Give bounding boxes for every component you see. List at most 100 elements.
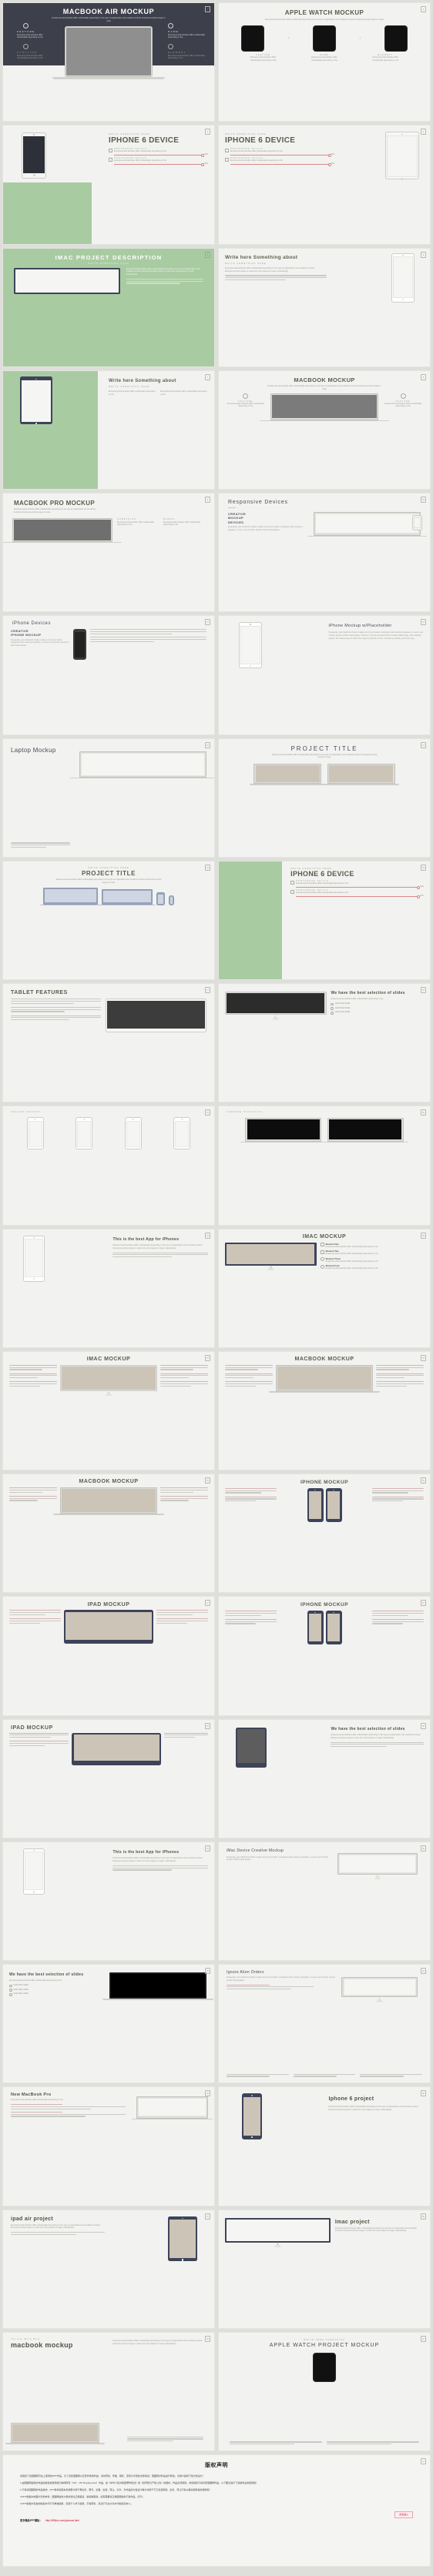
right-text — [90, 629, 206, 643]
page-title: PROJECT TITLE — [290, 744, 358, 752]
name-text: Entrepreneurial activities differ substa… — [168, 33, 206, 39]
enter-button[interactable]: 点击进入 — [394, 2511, 413, 2518]
body-text: Frequently, your initial font choice is … — [328, 631, 424, 640]
slide-number: 22 — [421, 1232, 426, 1239]
function-label: FUNCTION — [17, 50, 38, 54]
slide-37-ipad-air-project[interactable]: 37 ipad air project Entrepreneurial acti… — [2, 2209, 215, 2329]
slide-number: 10 — [421, 497, 426, 503]
feature-left: FEATURE Entrepreneurial activities diffe… — [223, 393, 268, 408]
creative-heading: CREATIVE MOCKUP DEVICES — [228, 512, 247, 524]
macbook-device — [132, 2096, 213, 2120]
imac-device — [337, 1852, 418, 1880]
slide-15-project-title-devices[interactable]: 15 WRITE SOMETHING HERE PROJECT TITLE En… — [2, 860, 215, 980]
skill-row: PHOTOSHOP SKILLS Entrepreneurial activit… — [225, 148, 334, 156]
iphone-device — [22, 132, 46, 179]
slide-41-copyright-notice[interactable]: 41 版权声明 感谢您下载国图网可在上使用的PPT作品，为了您和国图网以及原作者… — [2, 2454, 431, 2567]
name-label: NAME — [168, 29, 180, 33]
copyright-intro: 感谢您下载国图网可在上使用的PPT作品，为了您和国图网以及原作者的利益，请勿转载… — [20, 2474, 205, 2477]
slide-20-compare-statistics[interactable]: 20 Compare Statistics — [218, 1106, 431, 1226]
slide-25-macbook-mockup-b[interactable]: 25 MACBOOK MOCKUP — [2, 1474, 215, 1594]
macbook-device — [269, 1364, 380, 1393]
circle-icon — [320, 1257, 324, 1262]
slide-28-iphone-mockup-b[interactable]: 27 IPHONE MOCKUP — [218, 1596, 431, 1716]
slide-number: 6 — [421, 251, 426, 258]
slide-24-macbook-mockup-wide[interactable]: 24 MACBOOK MOCKUP — [218, 1350, 431, 1470]
slide-number: 23 — [205, 1354, 210, 1361]
feature-left: FEATURE Entrepreneurial activities diffe… — [17, 23, 54, 39]
feature-text: Entrepreneurial activities differ substa… — [17, 33, 43, 39]
macbook-device — [5, 2423, 105, 2444]
slide-9-macbook-pro-mockup[interactable]: 9 MACBOOK PRO MOCKUP Entrepreneurial act… — [2, 493, 215, 613]
page-title: Ignore Alien Orders — [227, 1970, 264, 1975]
feature-text: Entrepreneurial activities differ substa… — [384, 402, 422, 408]
slide-5-imac-project-description[interactable]: 5 IMAC PROJECT DESCRIPTION WRITE SOMETHI… — [2, 247, 215, 367]
slide-number: 15 — [205, 864, 210, 871]
page-title: IPAD MOCKUP — [11, 1725, 53, 1731]
col-text: Entrepreneurial activities differ substa… — [163, 520, 201, 527]
body-text: Entrepreneurial activities differ substa… — [9, 1979, 62, 1982]
slide-number: 26 — [421, 1477, 426, 1484]
slide-number: 24 — [421, 1354, 426, 1361]
arrow-icon: › — [287, 36, 290, 42]
slide-3-iphone6-device[interactable]: 3 WRITE SOMETHING HERE IPHONE 6 DEVICE P… — [2, 125, 215, 245]
left-list — [9, 1487, 57, 1502]
body-text: Entrepreneurial activities differ substa… — [126, 267, 200, 276]
slide-23-imac-mockup-wide[interactable]: 23 IMAC MOCKUP — [2, 1350, 215, 1470]
laptop-device — [70, 751, 214, 779]
side-text: SOMETHING Entrepreneurial activities dif… — [117, 518, 159, 527]
slide-7-write-here-something-ipad[interactable]: 7 Write here Something about WRITE SOMET… — [2, 370, 215, 490]
slide-21-best-app[interactable]: 21 This is the best App for iPhones Entr… — [2, 1228, 215, 1348]
slide-4-iphone6-device[interactable]: 4 WRITE SOMETHING HERE IPHONE 6 DEVICE P… — [218, 125, 431, 245]
slide-34-ignore-alien-orders[interactable]: 34 Ignore Alien Orders Frequently, your … — [218, 1964, 431, 2084]
list-item: FEATURE NAME — [331, 1011, 424, 1015]
slide-22-imac-mockup[interactable]: 22 IMAC MOCKUP Element One Entrepreneuria… — [218, 1228, 431, 1348]
watch-text: Entrepreneurial activities differ substa… — [250, 56, 277, 62]
body-text: Entrepreneurial activities differ substa… — [328, 2106, 419, 2111]
list-label: FEATURE NAME — [13, 1984, 29, 1987]
slide-6-write-here-something[interactable]: 6 Write here Something about WRITE SOMET… — [218, 247, 431, 367]
slide-17-tablet-features[interactable]: 17 TABLET FEATURES — [2, 983, 215, 1103]
macbook-device-2 — [99, 889, 156, 906]
body-text: Frequently, your initial font choice is … — [227, 1855, 329, 1862]
slide-33-best-selection-dark[interactable]: 33 We have the best selection of slides … — [2, 1964, 215, 2084]
list-item: Element Three Entrepreneurial activities … — [320, 1257, 424, 1263]
page-title: ipad air project — [11, 2216, 53, 2222]
slide-14-project-title[interactable]: 14 PROJECT TITLE Entrepreneurial activit… — [218, 738, 431, 858]
kicker: WRITE SOMETHING HERE — [88, 866, 129, 869]
slide-number: 39 — [205, 2335, 210, 2342]
slide-8-macbook-mockup[interactable]: 8 MACBOOK MOCKUP Entrepreneurial activit… — [218, 370, 431, 490]
slide-number: 12 — [421, 619, 426, 626]
slide-38-imac-project[interactable]: 38 Imac project Entrepreneurial activiti… — [218, 2209, 431, 2329]
slide-39-macbook-mockup-last[interactable]: 39 You Can Write Here macbook mockup Ent… — [2, 2331, 215, 2451]
page-title: IPHONE MOCKUP — [300, 1602, 349, 1608]
slide-deck: 1 MACBOOK AIR MOCKUP Entrepreneurial act… — [0, 0, 433, 2569]
slide-2-apple-watch-mockup[interactable]: 2 APPLE WATCH MOCKUP Entrepreneurial act… — [218, 2, 431, 122]
document-icon — [320, 1250, 324, 1254]
slide-36-iphone6-project[interactable]: 36 Iphone 6 project Entrepreneurial acti… — [218, 2086, 431, 2206]
watch-row: › › — [219, 25, 430, 52]
slide-16-iphone6-device-green[interactable]: 16 WRITE SOMETHING HERE IPHONE 6 DEVICE … — [218, 860, 431, 980]
slide-30-best-selection-ipad[interactable]: 30 We have the best selection of slides … — [218, 1718, 431, 1838]
slide-19-devices-mockup[interactable]: 19 Devices Mockup — [2, 1106, 215, 1226]
slide-11-iphone-devices[interactable]: 11 iPhone Devices CREATIVE IPHONE MOCKUP … — [2, 615, 215, 735]
slide-1-macbook-air-mockup[interactable]: 1 MACBOOK AIR MOCKUP Entrepreneurial act… — [2, 2, 215, 122]
slide-40-apple-watch-project-mockup[interactable]: 40 WRITE HERE SOMETHING APPLE WATCH PROJ… — [218, 2331, 431, 2451]
slide-number: 4 — [421, 129, 426, 135]
slide-32-imac-creative-mockup[interactable]: 32 iMac Device Creative Mockup Frequentl… — [218, 1841, 431, 1961]
slide-13-laptop-mockup[interactable]: 13 Laptop Mockup — [2, 738, 215, 858]
slide-12-iphone-mockup-placeholder[interactable]: 12 iPhone Mockup w/Placeholder Frequentl… — [218, 615, 431, 735]
slide-27-ipad-mockup[interactable]: 27 IPAD MOCKUP — [2, 1596, 215, 1716]
slide-10-responsive-devices[interactable]: 10 Responsive Devices CREATIVE MOCKUP DEVI… — [218, 493, 431, 613]
slide-18-best-selection[interactable]: 18 We have the best selection of slides … — [218, 983, 431, 1103]
kicker: WRITE SOMETHING HERE — [225, 133, 267, 136]
templates-link[interactable]: http://699pic.com/pptsucai.html — [45, 2519, 79, 2522]
layers-icon — [168, 44, 173, 49]
slide-26-iphone-mockup[interactable]: 26 IPHONE MOCKUP — [218, 1474, 431, 1594]
slide-35-new-macbook-pro[interactable]: 35 New MacBook Pro Entrepreneurial activ… — [2, 2086, 215, 2206]
slide-number: 40 — [421, 2335, 426, 2342]
slide-31-best-app-b[interactable]: 31 This is the best App for iPhones Entr… — [2, 1841, 215, 1961]
element-label: ELEMENT — [168, 50, 186, 54]
slide-29-ipad-mockup-b[interactable]: 29 IPAD MOCKUP — [2, 1718, 215, 1838]
apple-watch-3 — [384, 25, 408, 52]
iphone-device — [23, 1235, 45, 1282]
